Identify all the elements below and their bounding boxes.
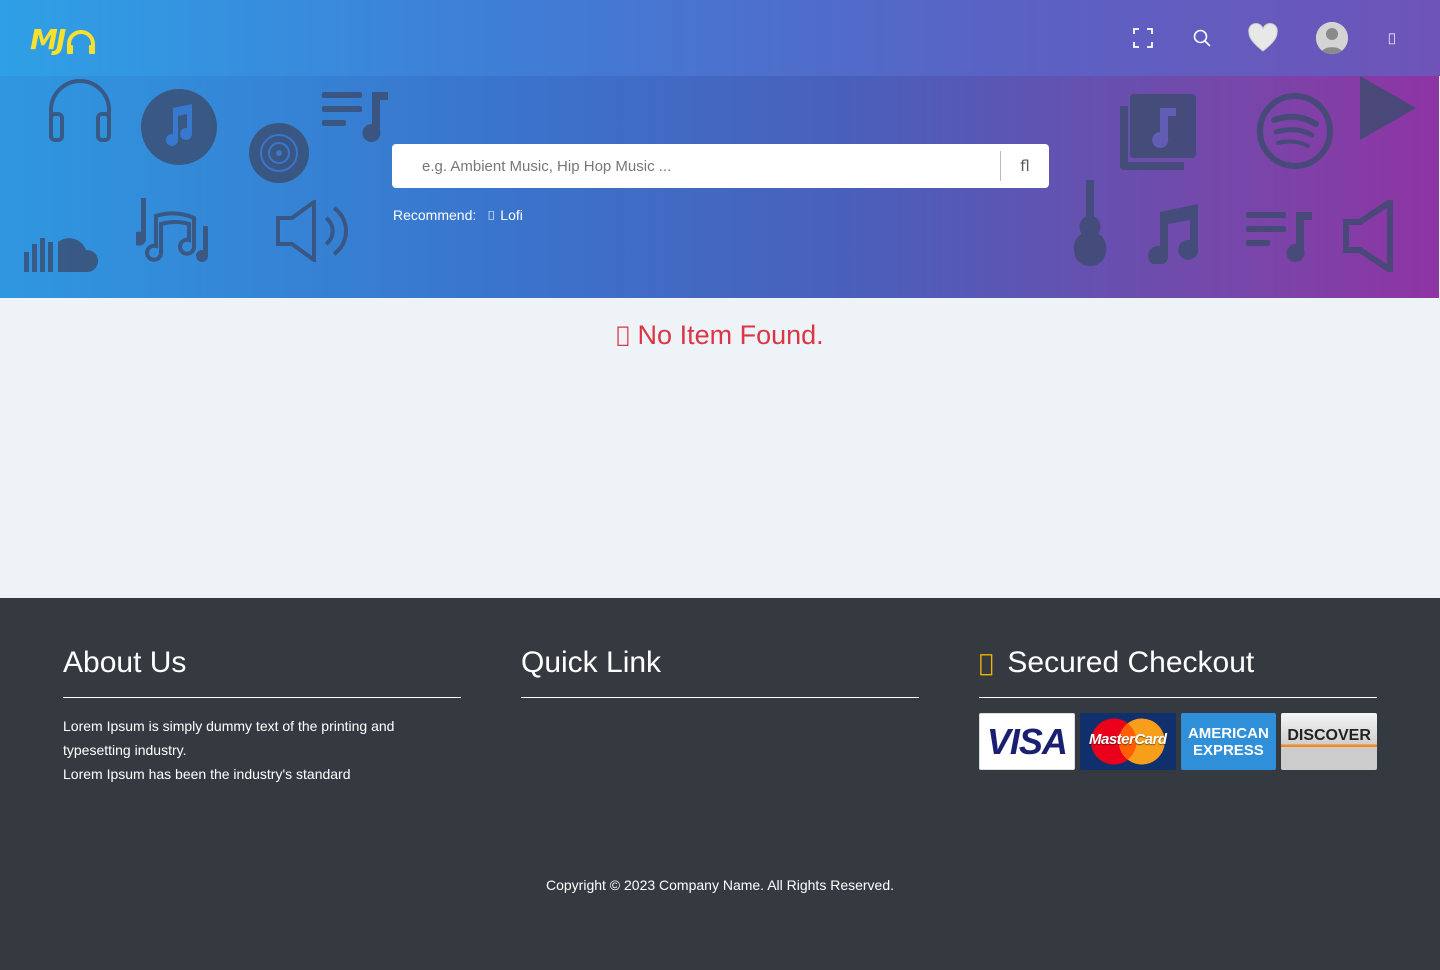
mastercard-text: MasterCard xyxy=(1088,731,1167,748)
music-library-icon xyxy=(1120,94,1196,170)
menu-icon[interactable]:  xyxy=(1376,22,1408,54)
recommend-label: Recommend: xyxy=(393,207,477,223)
fullscreen-icon[interactable] xyxy=(1127,22,1159,54)
guitar-icon xyxy=(1073,180,1107,266)
music-sheet-icon xyxy=(136,198,208,262)
user-avatar[interactable] xyxy=(1316,22,1348,54)
amex-text-bottom: EXPRESS xyxy=(1192,741,1264,759)
about-line: Lorem Ipsum has been the industry's stan… xyxy=(63,766,351,782)
footer-about: About Us Lorem Ipsum is simply dummy tex… xyxy=(63,644,461,786)
recommend-row: Recommend:  Lofi xyxy=(393,207,523,223)
discover-text: DISCOVER xyxy=(1287,726,1371,744)
headphones-icon xyxy=(49,79,111,142)
about-line: Lorem Ipsum is simply dummy text of the … xyxy=(63,718,395,758)
top-navbar: MJ  xyxy=(0,0,1440,76)
checkout-title-text: Secured Checkout xyxy=(993,646,1254,679)
tag-icon:  xyxy=(488,210,494,221)
amex-card-logo: AMERICAN EXPRESS xyxy=(1180,713,1277,770)
main-content:  No Item Found. xyxy=(0,298,1440,598)
mastercard-card-logo: MasterCard xyxy=(1079,713,1176,770)
play-icon xyxy=(1360,76,1416,140)
footer-checkout:  Secured Checkout VISA MasterCard AMERI… xyxy=(979,644,1377,770)
search-icon[interactable] xyxy=(1186,22,1218,54)
playlist-icon-right xyxy=(1246,212,1312,262)
amex-text-top: AMERICAN xyxy=(1187,724,1269,742)
lock-icon:  xyxy=(979,644,993,682)
vinyl-disc-icon xyxy=(249,123,309,183)
checkout-title:  Secured Checkout xyxy=(979,644,1377,698)
hero-banner: fl Recommend:  Lofi xyxy=(0,76,1439,298)
empty-message: No Item Found. xyxy=(630,320,824,350)
copyright-text: Copyright © 2023 Company Name. All Right… xyxy=(545,877,895,893)
about-text: Lorem Ipsum is simply dummy text of the … xyxy=(63,714,461,786)
music-note-circle-icon xyxy=(141,89,217,165)
volume-icon xyxy=(1343,200,1393,272)
footer-quick-link: Quick Link xyxy=(521,644,919,698)
playlist-icon xyxy=(322,92,388,142)
quick-link-title: Quick Link xyxy=(521,644,919,698)
headphones-logo-icon xyxy=(67,30,96,54)
search-submit-button[interactable]: fl xyxy=(1001,144,1049,188)
favorites-heart-icon[interactable] xyxy=(1246,20,1280,56)
logo-text: MJ xyxy=(30,23,66,56)
visa-text: VISA xyxy=(986,720,1068,762)
about-title: About Us xyxy=(63,644,461,698)
site-footer: About Us Lorem Ipsum is simply dummy tex… xyxy=(0,598,1440,970)
speaker-volume-icon xyxy=(276,200,348,262)
recommend-tag-lofi[interactable]:  Lofi xyxy=(488,207,523,223)
visa-card-logo: VISA xyxy=(979,713,1075,770)
empty-state:  No Item Found. xyxy=(0,320,1440,351)
site-logo[interactable]: MJ xyxy=(30,26,102,54)
search-bar: fl xyxy=(392,144,1049,188)
music-note-icon xyxy=(1148,204,1199,264)
search-input[interactable] xyxy=(392,144,1000,188)
warning-icon:  xyxy=(616,323,629,348)
tag-label: Lofi xyxy=(494,207,523,223)
discover-card-logo: DISCOVER xyxy=(1281,713,1377,770)
soundcloud-icon xyxy=(24,238,98,272)
spotify-icon xyxy=(1257,93,1333,169)
payment-cards: VISA MasterCard AMERICAN EXPRESS DISCOVE… xyxy=(979,713,1377,770)
